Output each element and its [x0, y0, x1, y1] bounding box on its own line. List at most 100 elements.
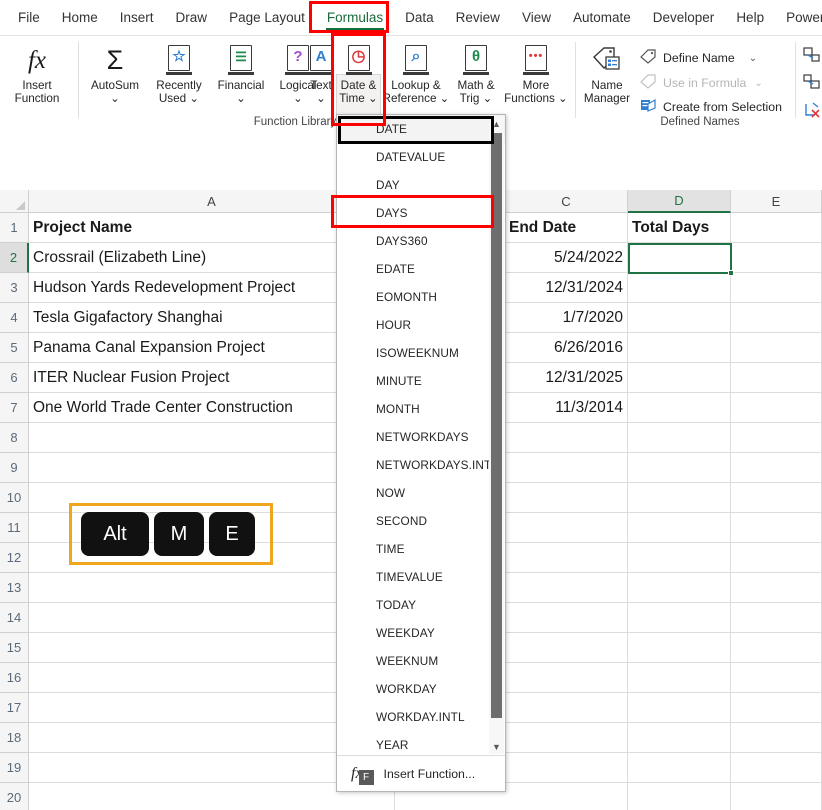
cell-C9[interactable] [505, 453, 628, 483]
trace-precedents-icon[interactable] [803, 47, 821, 68]
cell-E19[interactable] [731, 753, 822, 783]
cell-C3[interactable]: 12/31/2024 [505, 273, 628, 303]
menu-item-today[interactable]: TODAY [337, 591, 505, 619]
cell-C15[interactable] [505, 633, 628, 663]
tab-data[interactable]: Data [394, 2, 445, 34]
define-name-button[interactable]: Define Name ⌄ [640, 49, 757, 67]
cell-E7[interactable] [731, 393, 822, 423]
tab-home[interactable]: Home [51, 2, 109, 34]
cell-C20[interactable] [505, 783, 628, 810]
cell-C7[interactable]: 11/3/2014 [505, 393, 628, 423]
cell-C4[interactable]: 1/7/2020 [505, 303, 628, 333]
cell-E1[interactable] [731, 213, 822, 243]
tab-power-pivot[interactable]: Power Pivot [775, 2, 822, 34]
row-header-18[interactable]: 18 [0, 723, 29, 753]
column-header-c[interactable]: C [505, 190, 628, 213]
cell-D17[interactable] [628, 693, 731, 723]
cell-D9[interactable] [628, 453, 731, 483]
cell-E2[interactable] [731, 243, 822, 273]
cell-D4[interactable] [628, 303, 731, 333]
insert-function-button[interactable]: fx Insert Function [6, 43, 68, 106]
recently-used-button[interactable]: ☆ Recently Used ⌄ [148, 43, 210, 105]
cell-E18[interactable] [731, 723, 822, 753]
cell-E14[interactable] [731, 603, 822, 633]
cell-C13[interactable] [505, 573, 628, 603]
select-all-corner[interactable] [0, 190, 29, 213]
cell-E12[interactable] [731, 543, 822, 573]
row-header-15[interactable]: 15 [0, 633, 29, 663]
menu-item-year[interactable]: YEAR [337, 731, 505, 755]
menu-item-days360[interactable]: DAYS360 [337, 227, 505, 255]
cell-E6[interactable] [731, 363, 822, 393]
remove-arrows-icon[interactable] [803, 102, 821, 123]
menu-item-now[interactable]: NOW [337, 479, 505, 507]
cell-D5[interactable] [628, 333, 731, 363]
cell-D10[interactable] [628, 483, 731, 513]
column-header-e[interactable]: E [731, 190, 822, 213]
cell-C8[interactable] [505, 423, 628, 453]
tab-draw[interactable]: Draw [165, 2, 219, 34]
row-header-6[interactable]: 6 [0, 363, 29, 393]
name-manager-button[interactable]: Name Manager [582, 43, 632, 105]
autosum-button[interactable]: Σ AutoSum ⌄ [85, 43, 145, 105]
row-header-5[interactable]: 5 [0, 333, 29, 363]
menu-item-second[interactable]: SECOND [337, 507, 505, 535]
tab-developer[interactable]: Developer [642, 2, 726, 34]
cell-E16[interactable] [731, 663, 822, 693]
scroll-down-arrow-icon[interactable]: ▼ [489, 739, 504, 754]
row-header-9[interactable]: 9 [0, 453, 29, 483]
cell-C19[interactable] [505, 753, 628, 783]
menu-item-days[interactable]: DAYS [337, 199, 505, 227]
date-and-time-button[interactable]: ◷ Date & Time ⌄ [336, 43, 381, 105]
tab-formulas[interactable]: Formulas [316, 2, 394, 34]
cell-E8[interactable] [731, 423, 822, 453]
cell-C2[interactable]: 5/24/2022 [505, 243, 628, 273]
cell-D19[interactable] [628, 753, 731, 783]
menu-item-workday[interactable]: WORKDAY [337, 675, 505, 703]
cell-D12[interactable] [628, 543, 731, 573]
lookup-and-reference-button[interactable]: ⌕ Lookup & Reference ⌄ [382, 43, 450, 105]
cell-E4[interactable] [731, 303, 822, 333]
cell-D6[interactable] [628, 363, 731, 393]
cell-D8[interactable] [628, 423, 731, 453]
tab-automate[interactable]: Automate [562, 2, 642, 34]
cell-E13[interactable] [731, 573, 822, 603]
menu-item-date[interactable]: DATE [337, 115, 505, 143]
row-header-20[interactable]: 20 [0, 783, 29, 810]
cell-C1[interactable]: End Date [505, 213, 628, 243]
chevron-down-icon[interactable]: ⌄ [754, 78, 762, 89]
row-header-1[interactable]: 1 [0, 213, 29, 243]
menu-item-month[interactable]: MONTH [337, 395, 505, 423]
tab-help[interactable]: Help [725, 2, 775, 34]
column-header-d[interactable]: D [628, 190, 731, 213]
row-header-2[interactable]: 2 [0, 243, 29, 273]
menu-item-timevalue[interactable]: TIMEVALUE [337, 563, 505, 591]
financial-button[interactable]: ☰ Financial ⌄ [212, 43, 270, 105]
cell-D14[interactable] [628, 603, 731, 633]
trace-dependents-icon[interactable] [803, 74, 821, 95]
cell-D11[interactable] [628, 513, 731, 543]
menu-item-minute[interactable]: MINUTE [337, 367, 505, 395]
row-header-10[interactable]: 10 [0, 483, 29, 513]
cell-C12[interactable] [505, 543, 628, 573]
tab-view[interactable]: View [511, 2, 562, 34]
scroll-up-arrow-icon[interactable]: ▲ [489, 116, 504, 131]
tab-insert[interactable]: Insert [109, 2, 165, 34]
cell-D16[interactable] [628, 663, 731, 693]
cell-C6[interactable]: 12/31/2025 [505, 363, 628, 393]
row-header-8[interactable]: 8 [0, 423, 29, 453]
cell-E10[interactable] [731, 483, 822, 513]
cell-D13[interactable] [628, 573, 731, 603]
cell-C5[interactable]: 6/26/2016 [505, 333, 628, 363]
cell-D20[interactable] [628, 783, 731, 810]
menu-item-hour[interactable]: HOUR [337, 311, 505, 339]
more-functions-button[interactable]: ••• More Functions ⌄ [502, 43, 570, 105]
cell-D1[interactable]: Total Days [628, 213, 731, 243]
menu-item-weeknum[interactable]: WEEKNUM [337, 647, 505, 675]
cell-E11[interactable] [731, 513, 822, 543]
insert-function-menu-item[interactable]: fx F Insert Function... [337, 755, 505, 791]
scrollbar-thumb[interactable] [491, 133, 502, 718]
cell-E17[interactable] [731, 693, 822, 723]
cell-C14[interactable] [505, 603, 628, 633]
cell-D15[interactable] [628, 633, 731, 663]
